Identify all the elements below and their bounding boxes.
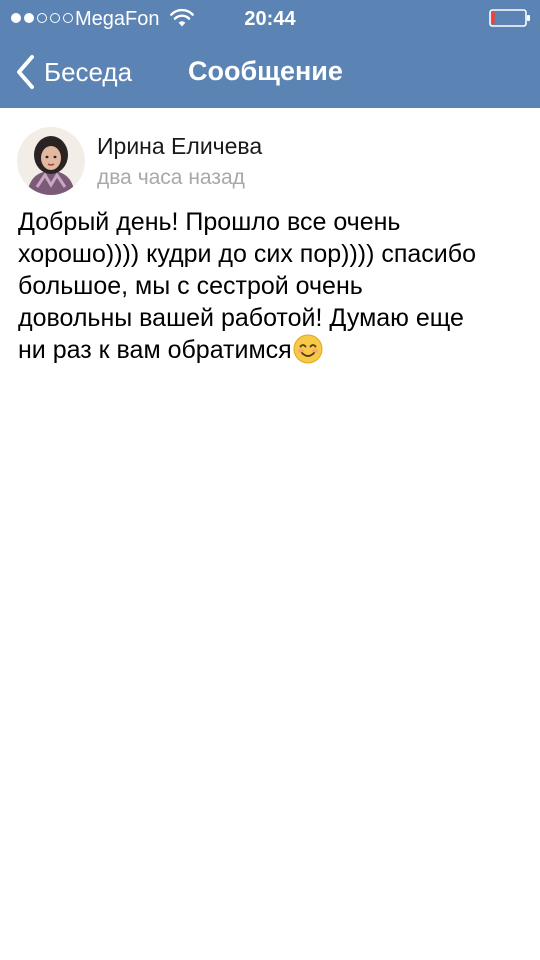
status-bar: MegaFon 20:44 — [0, 0, 540, 36]
chevron-left-icon — [17, 55, 34, 89]
page-title: Сообщение — [188, 56, 343, 86]
message-body: Добрый день! Прошло все очень хорошо))))… — [18, 206, 528, 366]
author-name[interactable]: Ирина Еличева — [97, 132, 262, 160]
message-text: Добрый день! Прошло все очень хорошо))))… — [18, 208, 476, 364]
avatar-image — [17, 127, 85, 195]
message-timestamp: два часа назад — [97, 166, 245, 189]
battery-low-icon — [489, 9, 530, 27]
header: MegaFon 20:44 Беседа Сообщение — [0, 0, 540, 108]
smiling-face-icon — [293, 334, 323, 364]
avatar[interactable] — [17, 127, 85, 195]
screen: MegaFon 20:44 Беседа Сообщение Ирина Ели… — [0, 0, 540, 960]
back-button[interactable]: Беседа — [14, 52, 132, 92]
back-button-label: Беседа — [44, 57, 133, 87]
status-time: 20:44 — [244, 8, 296, 30]
navigation-bar: Беседа Сообщение — [0, 36, 540, 108]
